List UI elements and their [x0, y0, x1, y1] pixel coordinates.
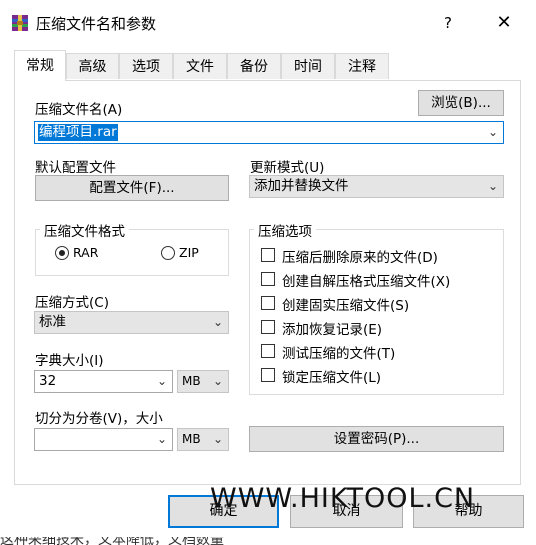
delete-after-archiving-label: 压缩后删除原来的文件(D)	[282, 250, 438, 266]
dictionary-unit-value: MB	[182, 374, 201, 388]
update-mode-label: 更新模式(U)	[250, 160, 325, 176]
compression-method-value: 标准	[39, 314, 66, 330]
update-mode-value: 添加并替换文件	[254, 178, 349, 194]
dictionary-size-label: 字典大小(I)	[35, 353, 104, 369]
close-button[interactable]: ✕	[490, 9, 518, 37]
rar-radio[interactable]	[55, 246, 69, 260]
chevron-down-icon[interactable]: ⌄	[211, 312, 225, 333]
help-question-button[interactable]: ?	[436, 11, 460, 35]
chevron-down-icon[interactable]: ⌄	[486, 176, 500, 197]
archive-name-value: 编程项目.rar	[38, 124, 118, 141]
compression-method-label: 压缩方式(C)	[35, 295, 109, 311]
winrar-app-icon	[11, 14, 29, 32]
chevron-down-icon[interactable]: ⌄	[155, 429, 169, 450]
create-sfx-label: 创建自解压格式压缩文件(X)	[282, 274, 451, 290]
add-recovery-record-label: 添加恢复记录(E)	[282, 322, 383, 338]
split-volumes-combobox[interactable]: ⌄	[34, 428, 173, 451]
tab-general[interactable]: 常规	[14, 50, 66, 81]
delete-after-archiving-checkbox[interactable]	[261, 248, 275, 262]
chevron-down-icon[interactable]: ⌄	[211, 371, 225, 392]
tab-time[interactable]: 时间	[281, 53, 335, 79]
rar-label: RAR	[73, 245, 99, 260]
update-mode-select[interactable]: 添加并替换文件 ⌄	[249, 175, 504, 198]
profiles-button[interactable]: 配置文件(F)...	[35, 175, 229, 201]
background-strip-text: 这种采细技米，文本降低，文档数量	[0, 537, 224, 545]
dictionary-size-combobox[interactable]: 32 ⌄	[34, 370, 173, 393]
split-unit-select[interactable]: MB ⌄	[177, 428, 229, 451]
test-archived-files-checkbox[interactable]	[261, 344, 275, 358]
split-unit-value: MB	[182, 432, 201, 446]
archive-name-combobox[interactable]: 编程项目.rar ⌄	[34, 121, 504, 144]
tab-comment[interactable]: 注释	[335, 53, 389, 79]
archive-format-label: 压缩文件格式	[40, 220, 129, 240]
lock-archive-checkbox[interactable]	[261, 368, 275, 382]
zip-label: ZIP	[179, 245, 199, 260]
create-solid-checkbox[interactable]	[261, 296, 275, 310]
chevron-down-icon[interactable]: ⌄	[486, 122, 500, 143]
split-volumes-label: 切分为分卷(V)，大小	[35, 411, 163, 427]
chevron-down-icon[interactable]: ⌄	[155, 371, 169, 392]
archive-name-label: 压缩文件名(A)	[35, 102, 123, 118]
compression-method-select[interactable]: 标准 ⌄	[34, 311, 229, 334]
lock-archive-label: 锁定压缩文件(L)	[282, 370, 382, 386]
archiving-options-label: 压缩选项	[254, 220, 316, 240]
dictionary-unit-select[interactable]: MB ⌄	[177, 370, 229, 393]
chevron-down-icon[interactable]: ⌄	[211, 429, 225, 450]
window-title: 压缩文件名和参数	[36, 15, 157, 33]
test-archived-files-label: 测试压缩的文件(T)	[282, 346, 396, 362]
browse-button[interactable]: 浏览(B)...	[418, 90, 504, 116]
tab-advanced[interactable]: 高级	[66, 53, 119, 79]
tab-options[interactable]: 选项	[119, 53, 173, 79]
tab-files[interactable]: 文件	[173, 53, 227, 79]
dictionary-size-value: 32	[39, 373, 57, 389]
watermark-text: WWW.HIKTOOL.CN	[210, 483, 476, 514]
tab-backup[interactable]: 备份	[227, 53, 281, 79]
create-sfx-checkbox[interactable]	[261, 272, 275, 286]
set-password-button[interactable]: 设置密码(P)...	[249, 426, 504, 452]
zip-radio[interactable]	[161, 246, 175, 260]
create-solid-label: 创建固实压缩文件(S)	[282, 298, 410, 314]
add-recovery-record-checkbox[interactable]	[261, 320, 275, 334]
default-profile-label: 默认配置文件	[35, 160, 116, 176]
